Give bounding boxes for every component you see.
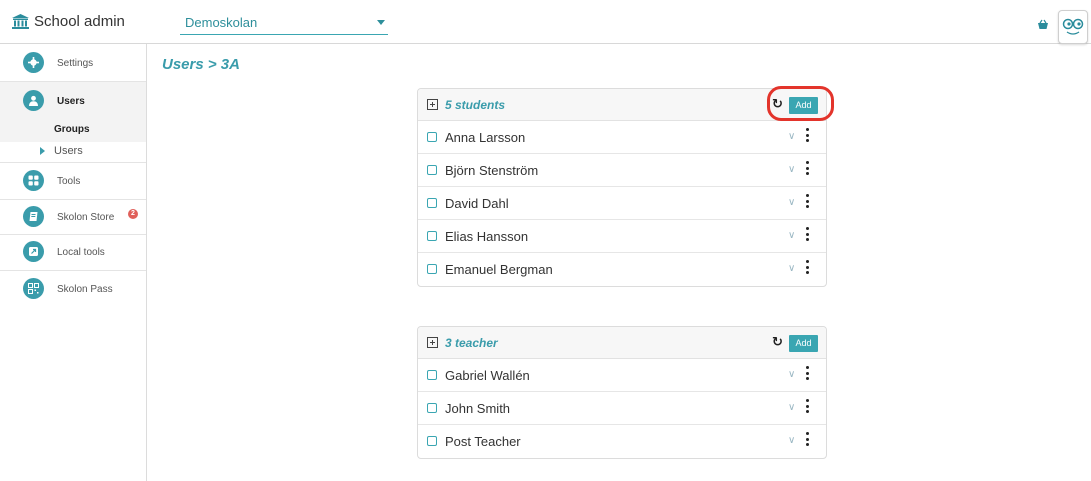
user-name: Björn Stenström: [445, 163, 539, 178]
more-vertical-icon[interactable]: [806, 161, 810, 175]
brand[interactable]: School admin: [12, 13, 125, 30]
sidebar-subitem-label: Users: [54, 145, 83, 157]
sidebar-item-local-tools[interactable]: Local tools: [0, 235, 146, 270]
double-chevron-down-icon[interactable]: ∨: [788, 369, 795, 380]
more-vertical-icon[interactable]: [806, 366, 810, 380]
row-checkbox[interactable]: [427, 132, 437, 142]
sidebar-item-label: Local tools: [57, 247, 105, 258]
user-name: Post Teacher: [445, 434, 521, 449]
sidebar-item-skolon-store[interactable]: Skolon Store 2: [0, 200, 146, 234]
teachers-card: 3 teacher ↻ Add Gabriel Wallén ∨ John Sm…: [417, 326, 827, 459]
sidebar-item-skolon-pass[interactable]: Skolon Pass: [0, 271, 146, 307]
row-checkbox[interactable]: [427, 436, 437, 446]
double-chevron-down-icon[interactable]: ∨: [788, 197, 795, 208]
sidebar-subitem-groups[interactable]: Groups: [0, 120, 146, 142]
caret-right-icon: [40, 147, 45, 155]
sidebar-subitem-users[interactable]: Users: [0, 142, 146, 162]
notification-badge: 2: [128, 209, 138, 219]
list-item[interactable]: Björn Stenström ∨: [418, 154, 826, 187]
list-item[interactable]: John Smith ∨: [418, 392, 826, 425]
students-card-header: 5 students ↻ Add: [418, 89, 826, 121]
sidebar-item-label: Tools: [57, 176, 81, 187]
more-vertical-icon[interactable]: [806, 399, 810, 413]
list-item[interactable]: Emanuel Bergman ∨: [418, 253, 826, 286]
sidebar: Settings Users Groups Users Tools Skolon…: [0, 44, 147, 481]
chevron-down-icon: [377, 20, 385, 25]
sidebar-item-label: Skolon Pass: [57, 284, 113, 295]
person-icon: [23, 90, 44, 111]
gear-icon: [23, 52, 44, 73]
add-teacher-button[interactable]: Add: [789, 335, 818, 352]
row-checkbox[interactable]: [427, 165, 437, 175]
teachers-title: 3 teacher: [445, 336, 498, 350]
row-checkbox[interactable]: [427, 198, 437, 208]
row-checkbox[interactable]: [427, 403, 437, 413]
more-vertical-icon[interactable]: [806, 128, 810, 142]
book-icon: [23, 206, 44, 227]
sidebar-item-users[interactable]: Users: [0, 82, 146, 120]
school-select-value: Demoskolan: [185, 15, 258, 30]
refresh-icon[interactable]: ↻: [772, 335, 783, 349]
double-chevron-down-icon[interactable]: ∨: [788, 131, 795, 142]
double-chevron-down-icon[interactable]: ∨: [788, 164, 795, 175]
double-chevron-down-icon[interactable]: ∨: [788, 435, 795, 446]
sidebar-item-label: Skolon Store: [57, 212, 115, 223]
user-name: Emanuel Bergman: [445, 262, 553, 277]
row-checkbox[interactable]: [427, 370, 437, 380]
sidebar-subitem-label: Groups: [54, 124, 90, 135]
row-checkbox[interactable]: [427, 231, 437, 241]
sidebar-item-tools[interactable]: Tools: [0, 163, 146, 199]
more-vertical-icon[interactable]: [806, 194, 810, 208]
annotation-highlight-ring: [767, 86, 834, 121]
brand-label: School admin: [34, 13, 125, 30]
row-checkbox[interactable]: [427, 264, 437, 274]
double-chevron-down-icon[interactable]: ∨: [788, 402, 795, 413]
more-vertical-icon[interactable]: [806, 227, 810, 241]
user-name: David Dahl: [445, 196, 509, 211]
more-vertical-icon[interactable]: [806, 260, 810, 274]
school-building-icon: [12, 14, 29, 29]
students-title: 5 students: [445, 98, 506, 112]
user-name: John Smith: [445, 401, 511, 416]
list-item[interactable]: Anna Larsson ∨: [418, 121, 826, 154]
expand-icon[interactable]: [427, 99, 438, 110]
external-link-icon: [23, 241, 44, 262]
user-name: Gabriel Wallén: [445, 368, 530, 383]
user-name: Elias Hansson: [445, 229, 529, 244]
list-item[interactable]: Elias Hansson ∨: [418, 220, 826, 253]
list-item[interactable]: Gabriel Wallén ∨: [418, 359, 826, 392]
sidebar-item-label: Settings: [57, 58, 94, 69]
grid-icon: [23, 170, 44, 191]
qr-code-icon: [23, 278, 44, 299]
sidebar-item-label: Users: [57, 96, 85, 107]
sidebar-item-settings[interactable]: Settings: [0, 44, 146, 81]
basket-icon[interactable]: [1037, 17, 1049, 35]
breadcrumb: Users > 3A: [162, 56, 240, 73]
helper-face-icon[interactable]: [1058, 10, 1088, 44]
double-chevron-down-icon[interactable]: ∨: [788, 263, 795, 274]
user-name: Anna Larsson: [445, 130, 526, 145]
list-item[interactable]: David Dahl ∨: [418, 187, 826, 220]
list-item[interactable]: Post Teacher ∨: [418, 425, 826, 458]
double-chevron-down-icon[interactable]: ∨: [788, 230, 795, 241]
students-card: 5 students ↻ Add Anna Larsson ∨ Björn St…: [417, 88, 827, 287]
expand-icon[interactable]: [427, 337, 438, 348]
teachers-card-header: 3 teacher ↻ Add: [418, 327, 826, 359]
more-vertical-icon[interactable]: [806, 432, 810, 446]
school-select[interactable]: Demoskolan: [180, 11, 388, 35]
top-bar: School admin Demoskolan: [0, 0, 1091, 44]
